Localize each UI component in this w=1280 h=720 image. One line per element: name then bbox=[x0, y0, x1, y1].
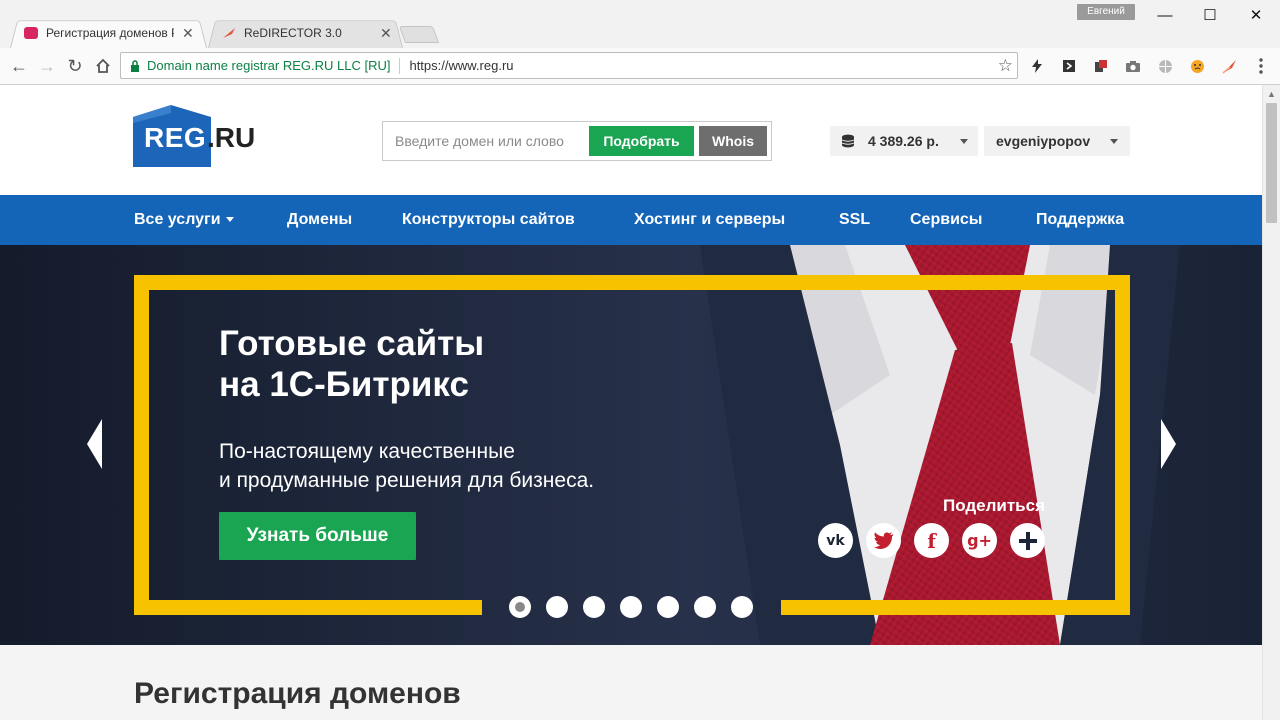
new-tab-button[interactable] bbox=[398, 26, 440, 43]
logo-ru: .RU bbox=[207, 122, 256, 153]
bookmark-star-icon[interactable]: ☆ bbox=[998, 56, 1013, 76]
balance-amount: 4 389.26 р. bbox=[868, 133, 939, 149]
forward-arrow-icon[interactable]: → bbox=[35, 54, 59, 78]
vk-icon[interactable]: vk bbox=[818, 523, 853, 558]
banner-frame-right bbox=[1115, 275, 1130, 615]
banner-frame-bottom-left bbox=[134, 600, 482, 615]
banner-subtitle-line-2: и продуманные решения для бизнеса. bbox=[219, 469, 595, 492]
pocket-extension-icon[interactable] bbox=[1060, 57, 1078, 75]
chrome-menu-icon[interactable] bbox=[1252, 57, 1270, 75]
close-window-button[interactable]: ✕ bbox=[1233, 3, 1279, 27]
domain-registration-section: Регистрация доменов bbox=[0, 645, 1262, 720]
carousel-dot-6[interactable] bbox=[694, 596, 716, 618]
back-arrow-icon[interactable]: ← bbox=[7, 54, 31, 78]
whois-button[interactable]: Whois bbox=[699, 126, 767, 156]
browser-toolbar: ← → ↻ Domain name registrar REG.RU LLC [… bbox=[0, 48, 1280, 85]
emoji-extension-icon[interactable] bbox=[1188, 57, 1206, 75]
nav-item-ssl[interactable]: SSL bbox=[839, 195, 870, 245]
reg-ru-favicon-icon bbox=[24, 27, 38, 39]
banner-frame-left bbox=[134, 275, 149, 615]
banner-subtitle-line-1: По-настоящему качественные bbox=[219, 440, 515, 463]
banner-frame-bottom-right bbox=[781, 600, 1130, 615]
globe-extension-icon[interactable] bbox=[1156, 57, 1174, 75]
carousel-dot-5[interactable] bbox=[657, 596, 679, 618]
scrollbar-thumb[interactable] bbox=[1266, 103, 1277, 223]
promo-banner: Готовые сайты на 1С-Битрикс По-настоящем… bbox=[0, 245, 1262, 645]
home-icon[interactable] bbox=[91, 54, 115, 78]
nav-item-site-builders[interactable]: Конструкторы сайтов bbox=[402, 195, 575, 245]
tab-redirector[interactable]: ReDIRECTOR 3.0 ✕ bbox=[208, 18, 403, 48]
carousel-dot-3[interactable] bbox=[583, 596, 605, 618]
domain-search-input[interactable] bbox=[383, 122, 588, 160]
reg-ru-logo[interactable]: REG .RU bbox=[133, 105, 263, 167]
tab-close-icon[interactable]: ✕ bbox=[380, 25, 392, 42]
adblock-extension-icon[interactable] bbox=[1092, 57, 1110, 75]
redirector-extension-icon[interactable] bbox=[1220, 57, 1238, 75]
banner-title: Готовые сайты на 1С-Битрикс bbox=[219, 323, 739, 405]
tab-title: Регистрация доменов Р bbox=[46, 26, 174, 40]
lightning-extension-icon[interactable] bbox=[1028, 57, 1046, 75]
url-text[interactable]: https://www.reg.ru bbox=[409, 58, 513, 73]
carousel-dot-2[interactable] bbox=[546, 596, 568, 618]
site-identity[interactable]: Domain name registrar REG.RU LLC [RU] bbox=[147, 58, 390, 73]
domain-search: Подобрать Whois bbox=[382, 121, 772, 161]
banner-title-line-1: Готовые сайты bbox=[219, 324, 485, 363]
web-page: REG .RU Подобрать Whois 4 389.26 р. evge… bbox=[0, 85, 1262, 720]
redirector-favicon-icon bbox=[222, 27, 236, 39]
chevron-down-icon bbox=[1110, 138, 1118, 144]
address-bar[interactable]: Domain name registrar REG.RU LLC [RU] ht… bbox=[120, 52, 1018, 79]
tab-reg-ru[interactable]: Регистрация доменов Р ✕ bbox=[10, 18, 207, 48]
section-title: Регистрация доменов bbox=[134, 677, 461, 710]
account-username: evgeniypopov bbox=[996, 133, 1091, 149]
carousel-dot-7[interactable] bbox=[731, 596, 753, 618]
pick-domain-button[interactable]: Подобрать bbox=[589, 126, 694, 156]
profile-badge[interactable]: Евгений bbox=[1077, 4, 1135, 20]
reload-icon[interactable]: ↻ bbox=[63, 54, 87, 78]
nav-item-domains[interactable]: Домены bbox=[287, 195, 352, 245]
nav-item-label: Все услуги bbox=[134, 211, 221, 228]
tab-title: ReDIRECTOR 3.0 bbox=[244, 26, 342, 40]
share-label: Поделиться bbox=[942, 496, 1045, 515]
scroll-up-arrow-icon[interactable]: ▲ bbox=[1263, 85, 1280, 102]
carousel-dot-4[interactable] bbox=[620, 596, 642, 618]
nav-item-services[interactable]: Сервисы bbox=[910, 195, 982, 245]
carousel-next-arrow-icon[interactable] bbox=[1159, 417, 1179, 471]
omnibox-divider bbox=[399, 57, 401, 74]
logo-reg: REG bbox=[144, 122, 207, 153]
carousel-dot-1[interactable] bbox=[509, 596, 531, 618]
banner-title-line-2: на 1С-Битрикс bbox=[219, 365, 469, 404]
balance-dropdown[interactable]: 4 389.26 р. bbox=[830, 126, 978, 156]
browser-titlebar: Регистрация доменов Р ✕ ReDIRECTOR 3.0 ✕… bbox=[0, 0, 1280, 48]
plus-icon[interactable] bbox=[1010, 523, 1045, 558]
banner-subtitle: По-настоящему качественные и продуманные… bbox=[219, 437, 779, 495]
nav-item-hosting[interactable]: Хостинг и серверы bbox=[634, 195, 785, 245]
chevron-down-icon bbox=[960, 138, 968, 144]
nav-item-all-services[interactable]: Все услуги bbox=[134, 195, 234, 245]
main-nav: Все услуги Домены Конструкторы сайтов Хо… bbox=[0, 195, 1262, 245]
page-scrollbar[interactable]: ▲ bbox=[1262, 85, 1280, 720]
account-dropdown[interactable]: evgeniypopov bbox=[984, 126, 1130, 156]
facebook-icon[interactable]: f bbox=[914, 523, 949, 558]
site-header: REG .RU Подобрать Whois 4 389.26 р. evge… bbox=[0, 85, 1262, 195]
coins-icon bbox=[840, 133, 856, 149]
google-plus-icon[interactable]: g+ bbox=[962, 523, 997, 558]
nav-item-support[interactable]: Поддержка bbox=[1036, 195, 1124, 245]
tab-close-icon[interactable]: ✕ bbox=[182, 25, 194, 42]
carousel-prev-arrow-icon[interactable] bbox=[84, 417, 104, 471]
camera-extension-icon[interactable] bbox=[1124, 57, 1142, 75]
banner-frame-top bbox=[134, 275, 1130, 290]
twitter-icon[interactable] bbox=[866, 523, 901, 558]
maximize-button[interactable]: ☐ bbox=[1187, 3, 1233, 27]
chevron-down-icon bbox=[225, 217, 234, 223]
minimize-button[interactable]: — bbox=[1142, 3, 1188, 27]
lock-icon bbox=[130, 59, 140, 72]
learn-more-button[interactable]: Узнать больше bbox=[219, 512, 416, 560]
